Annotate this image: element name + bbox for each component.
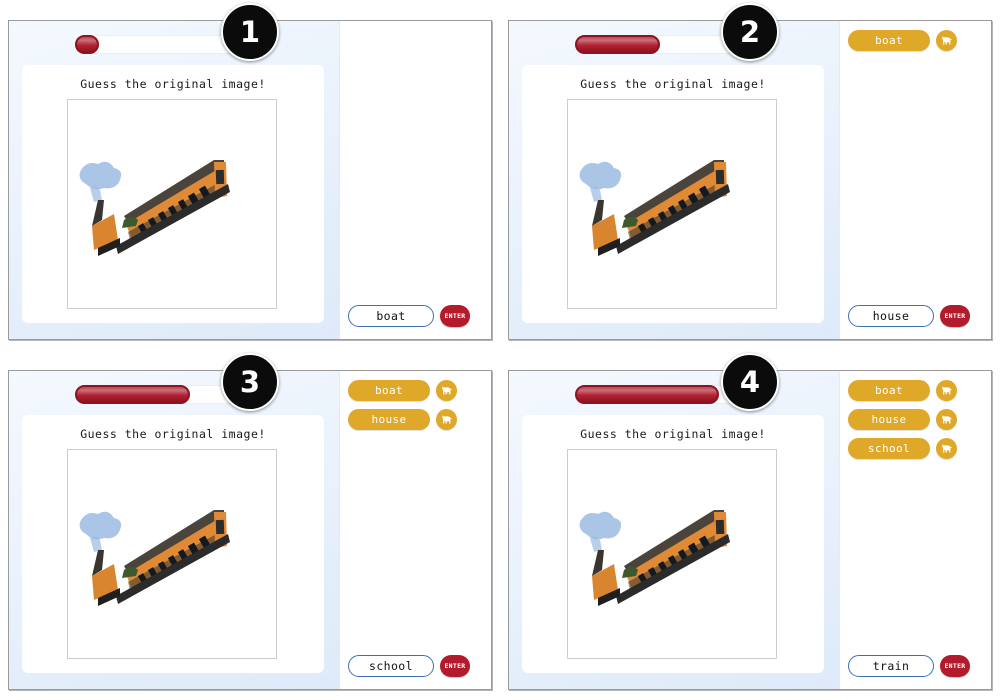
panel-number-badge: 4 [721,353,779,411]
enter-button[interactable]: ENTER [940,655,970,677]
guess-chip[interactable]: boat [348,380,430,401]
dog-icon[interactable] [936,409,957,430]
guess-input[interactable]: boat [348,305,434,327]
page-title: Guess the original image! [80,77,266,91]
panel-1: Guess the original image! boat ENTER 1 [0,0,500,350]
game-area: Guess the original image! [9,371,339,689]
dog-icon [942,444,952,453]
puzzle-image-frame [67,99,277,309]
progress-bar-fill [75,385,190,404]
guess-input[interactable]: school [348,655,434,677]
guess-panel: boat house school train ENTER [839,371,991,689]
enter-button[interactable]: ENTER [440,305,470,327]
answer-row: house ENTER [848,305,970,327]
dog-icon[interactable] [436,380,457,401]
dog-icon [942,415,952,424]
game-area: Guess the original image! [509,21,839,339]
dog-icon [942,386,952,395]
puzzle-image [68,450,276,658]
dog-icon [442,386,452,395]
guess-chip-row: school [848,438,991,459]
game-card: Guess the original image! [22,65,324,323]
panel-3: Guess the original image! boat house sch… [0,350,500,700]
guess-chip[interactable]: boat [848,380,930,401]
answer-row: train ENTER [848,655,970,677]
dog-icon[interactable] [936,380,957,401]
game-area: Guess the original image! [509,371,839,689]
page-title: Guess the original image! [580,427,766,441]
puzzle-image-frame [67,449,277,659]
dog-icon[interactable] [436,409,457,430]
panel-frame: Guess the original image! [508,370,992,690]
enter-button[interactable]: ENTER [440,655,470,677]
guess-panel: boat house school ENTER [339,371,491,689]
puzzle-image [568,450,776,658]
panel-grid: Guess the original image! boat ENTER 1 G… [0,0,1000,700]
panel-frame: Guess the original image! [8,370,492,690]
panel-frame: Guess the original image! [508,20,992,340]
guess-chip-row: boat [848,380,991,401]
panel-frame: Guess the original image! [8,20,492,340]
game-area: Guess the original image! [9,21,339,339]
game-card: Guess the original image! [522,65,824,323]
guess-panel: boat ENTER [339,21,491,339]
puzzle-image [568,100,776,308]
puzzle-image-frame [567,99,777,309]
game-card: Guess the original image! [522,415,824,673]
guess-chip-list: boat house school [840,380,991,467]
guess-chip-list: boat [840,30,991,59]
guess-chip-row: boat [848,30,991,51]
progress-bar-fill [575,35,661,54]
game-card: Guess the original image! [22,415,324,673]
panel-number-badge: 1 [221,3,279,61]
guess-input[interactable]: train [848,655,934,677]
puzzle-image [68,100,276,308]
panel-number-badge: 3 [221,353,279,411]
guess-chip[interactable]: school [848,438,930,459]
guess-chip[interactable]: house [848,409,930,430]
panel-4: Guess the original image! boat house sch… [500,350,1000,700]
panel-number-badge: 2 [721,3,779,61]
guess-chip[interactable]: house [348,409,430,430]
puzzle-image-frame [567,449,777,659]
page-title: Guess the original image! [580,77,766,91]
enter-button[interactable]: ENTER [940,305,970,327]
guess-chip-row: house [348,409,491,430]
guess-chip[interactable]: boat [848,30,930,51]
panel-2: Guess the original image! boat house ENT… [500,0,1000,350]
guess-input[interactable]: house [848,305,934,327]
guess-chip-list: boat house [340,380,491,438]
dog-icon [942,36,952,45]
answer-row: boat ENTER [348,305,470,327]
page-title: Guess the original image! [80,427,266,441]
dog-icon [442,415,452,424]
guess-panel: boat house ENTER [839,21,991,339]
dog-icon[interactable] [936,438,957,459]
answer-row: school ENTER [348,655,470,677]
guess-chip-row: boat [348,380,491,401]
dog-icon[interactable] [936,30,957,51]
progress-bar-fill [75,35,100,54]
progress-bar-fill [575,385,720,404]
guess-chip-row: house [848,409,991,430]
